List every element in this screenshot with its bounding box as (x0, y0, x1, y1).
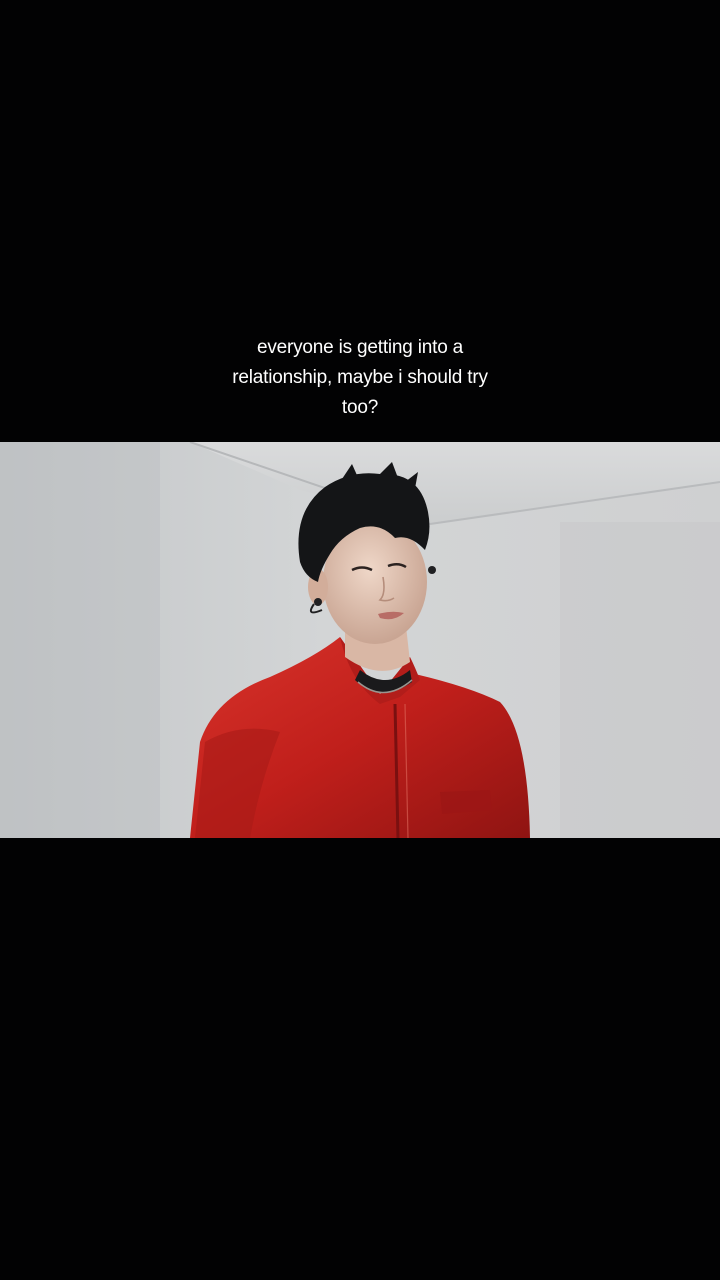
video-player-screen[interactable]: everyone is getting into a relationship,… (0, 0, 720, 1280)
caption-line-3: too? (341, 397, 379, 418)
caption-line-2: relationship, maybe i should try (232, 367, 488, 388)
caption-line-1: everyone is getting into a (256, 337, 464, 358)
video-frame[interactable] (0, 442, 720, 838)
video-caption: everyone is getting into a relationship,… (200, 333, 520, 423)
video-still-image (0, 442, 720, 838)
